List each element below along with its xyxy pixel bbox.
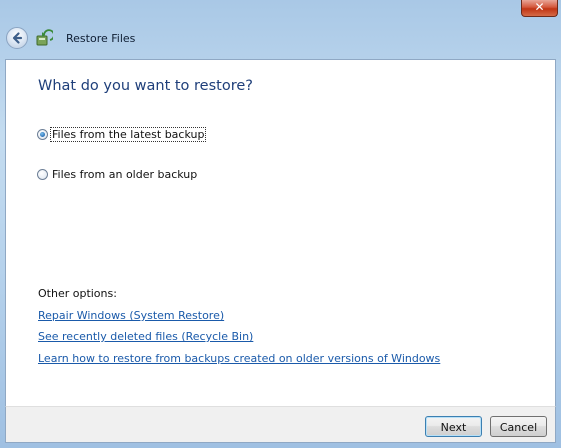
- window-frame: ✕ Restore Files What do you want to rest…: [0, 0, 561, 448]
- content-pane: What do you want to restore? Files from …: [5, 59, 556, 406]
- radio-older-backup[interactable]: [37, 168, 48, 180]
- backup-restore-icon: [36, 29, 53, 46]
- link-recycle-bin[interactable]: See recently deleted files (Recycle Bin): [38, 330, 253, 343]
- page-heading: What do you want to restore?: [38, 78, 253, 94]
- link-system-restore[interactable]: Repair Windows (System Restore): [38, 309, 224, 322]
- option-older-backup[interactable]: Files from an older backup: [37, 166, 198, 182]
- back-arrow-icon: [12, 32, 23, 44]
- close-button[interactable]: ✕: [521, 0, 558, 17]
- link-older-backups-help[interactable]: Learn how to restore from backups create…: [38, 352, 440, 365]
- option-latest-backup[interactable]: Files from the latest backup: [37, 126, 207, 142]
- back-button[interactable]: [6, 27, 28, 49]
- option-label[interactable]: Files from the latest backup: [49, 126, 207, 142]
- other-options-label: Other options:: [38, 287, 117, 300]
- close-icon: ✕: [534, 0, 545, 14]
- window-title: Restore Files: [66, 32, 136, 45]
- cancel-button[interactable]: Cancel: [490, 416, 547, 437]
- next-button[interactable]: Next: [425, 416, 482, 437]
- footer-bar: Next Cancel: [5, 406, 556, 443]
- option-label[interactable]: Files from an older backup: [51, 168, 198, 181]
- radio-latest-backup[interactable]: [37, 128, 48, 140]
